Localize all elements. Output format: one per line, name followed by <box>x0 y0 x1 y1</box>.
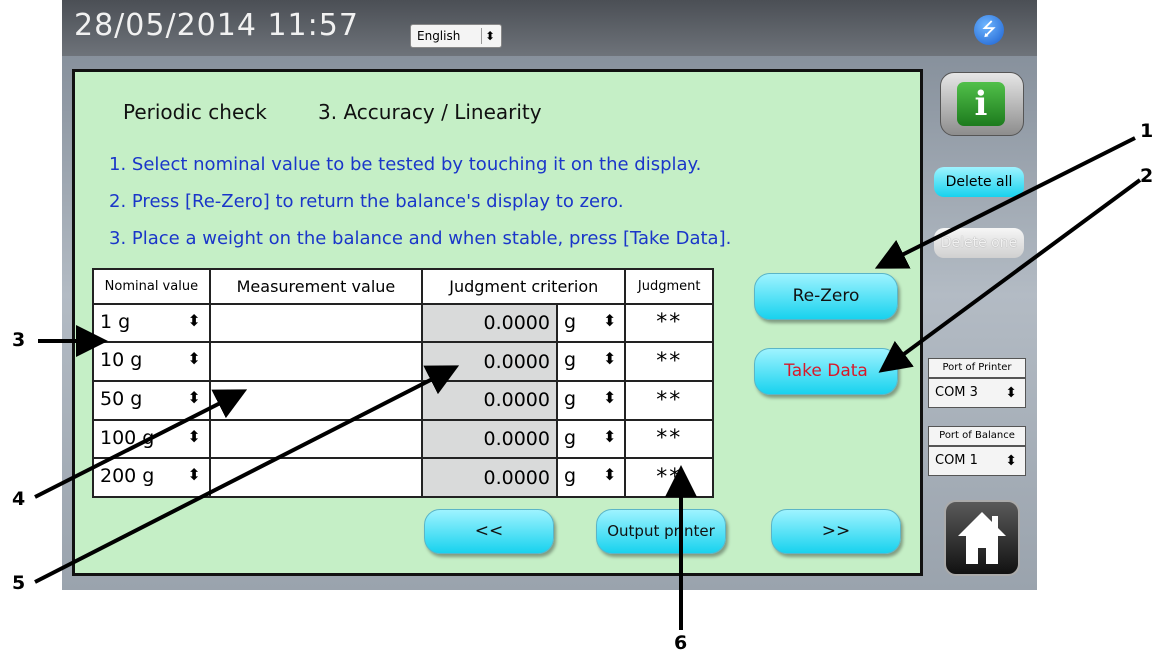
callout-arrows <box>34 136 1142 630</box>
callout-label-6: 6 <box>674 632 688 654</box>
callout-arrow-5 <box>34 365 460 584</box>
callout-label-5: 5 <box>12 572 26 594</box>
callout-arrow-4 <box>34 389 248 499</box>
callout-arrow-1 <box>874 136 1136 269</box>
callout-label-3: 3 <box>12 329 26 351</box>
callout-arrow-2 <box>878 178 1142 373</box>
callout-label-4: 4 <box>12 488 26 510</box>
callout-label-1: 1 <box>1140 120 1154 142</box>
callout-label-2: 2 <box>1140 165 1154 187</box>
